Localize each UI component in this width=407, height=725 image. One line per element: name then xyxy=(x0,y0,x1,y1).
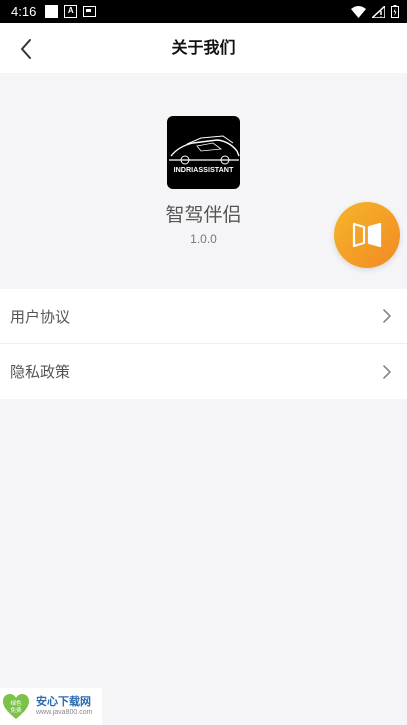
a-notification-icon: A xyxy=(64,5,78,18)
watermark-text: 安心下载网 www.java800.com xyxy=(36,695,92,718)
card-icon xyxy=(83,6,97,17)
settings-menu: 用户协议 隐私政策 xyxy=(0,289,407,399)
page-title: 关于我们 xyxy=(171,38,236,57)
chevron-right-icon xyxy=(383,364,391,379)
header-bar: 关于我们 xyxy=(0,23,407,73)
watermark-url: www.java800.com xyxy=(36,709,93,716)
status-notification-icons: A xyxy=(45,5,97,18)
chevron-left-icon xyxy=(21,39,31,59)
menu-item-privacy-policy[interactable]: 隐私政策 xyxy=(0,344,407,399)
watermark-badge-top: 绿色 xyxy=(10,699,22,707)
watermark: 绿色 免费 安心下载网 www.java800.com xyxy=(0,688,102,725)
back-button[interactable] xyxy=(10,33,42,65)
square-icon xyxy=(45,5,59,18)
app-logo: INDRIASSISTANT xyxy=(167,116,240,189)
status-bar: 4:16 A xyxy=(0,0,407,23)
floating-action-button[interactable] xyxy=(334,202,400,268)
split-door-icon xyxy=(352,222,382,248)
status-system-icons xyxy=(351,5,399,18)
wifi-icon xyxy=(351,5,366,18)
heart-logo-icon: 绿色 免费 xyxy=(3,693,29,719)
car-logo-icon: INDRIASSISTANT xyxy=(169,135,240,174)
menu-item-label: 隐私政策 xyxy=(10,363,71,381)
signal-icon xyxy=(372,5,385,18)
menu-item-label: 用户协议 xyxy=(10,307,71,326)
watermark-badge-bottom: 免费 xyxy=(10,706,22,714)
menu-item-user-agreement[interactable]: 用户协议 xyxy=(0,289,407,344)
logo-text: INDRIASSISTANT xyxy=(174,165,234,174)
chevron-right-icon xyxy=(383,309,391,323)
battery-icon xyxy=(391,5,399,18)
status-time: 4:16 xyxy=(11,4,37,19)
watermark-brand: 安心下载网 xyxy=(36,695,91,708)
